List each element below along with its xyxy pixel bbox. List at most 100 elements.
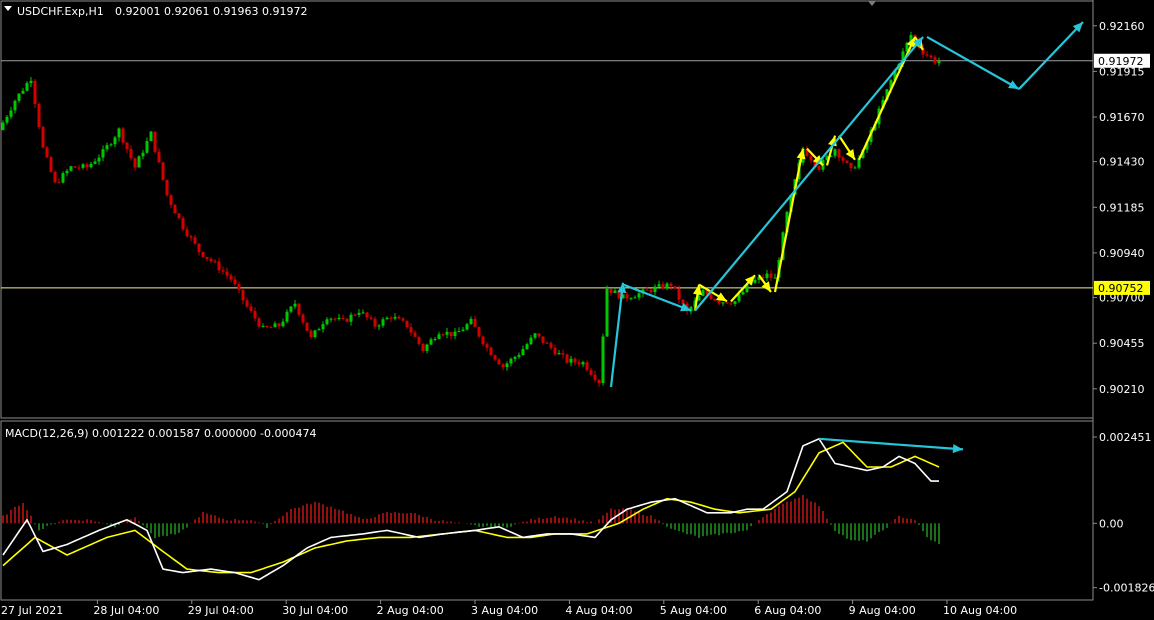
candle-bear <box>549 343 553 348</box>
candle-bull <box>381 319 385 326</box>
candle-bull <box>29 80 33 84</box>
candle-bull <box>633 297 637 299</box>
candle-bear <box>389 317 393 319</box>
candle-bear <box>925 54 929 56</box>
candle-bull <box>833 149 837 156</box>
candle-bear <box>849 162 853 168</box>
candle-bull <box>65 170 69 174</box>
candle-bear <box>77 167 81 169</box>
price-tick-label: 0.92160 <box>1099 20 1145 33</box>
candle-bull <box>773 277 777 279</box>
candle-bull <box>581 362 585 365</box>
candle-bear <box>845 160 849 163</box>
candle-bear <box>249 306 253 311</box>
candle-bull <box>569 358 573 363</box>
level-price-tag: 0.90752 <box>1098 282 1144 295</box>
candle-bear <box>277 323 281 327</box>
time-label: 29 Jul 04:00 <box>188 604 254 617</box>
candle-bull <box>533 333 537 338</box>
candle-bear <box>297 303 301 315</box>
candle-bear <box>181 218 185 230</box>
candle-bear <box>245 300 249 307</box>
candle-bear <box>205 257 209 259</box>
candle-bear <box>677 288 681 300</box>
candle-bear <box>305 322 309 331</box>
candle-bull <box>273 323 277 328</box>
candle-bear <box>729 303 733 305</box>
candle-bull <box>141 152 145 157</box>
candle-bear <box>173 204 177 214</box>
candle-bear <box>541 336 545 343</box>
candle-bear <box>209 258 213 262</box>
candle-bear <box>565 354 569 363</box>
candle-bear <box>233 279 237 285</box>
candle-bear <box>933 57 937 64</box>
candle-bear <box>489 347 493 356</box>
candle-bull <box>81 164 85 168</box>
candle-bear <box>441 334 445 336</box>
candle-bull <box>5 116 9 123</box>
candle-bear <box>309 330 313 337</box>
candle-bear <box>157 151 161 163</box>
candle-bear <box>593 374 597 380</box>
candle-bull <box>657 284 661 287</box>
ohlc-values: 0.92001 0.92061 0.91963 0.91972 <box>115 5 307 18</box>
candle-bull <box>429 339 433 345</box>
candle-bear <box>129 149 133 159</box>
candle-bear <box>185 229 189 237</box>
macd-label: MACD(12,26,9) 0.001222 0.001587 0.000000… <box>5 427 316 440</box>
candle-bull <box>433 339 437 341</box>
candle-bear <box>217 261 221 271</box>
candle-bear <box>265 326 269 328</box>
candle-bear <box>769 273 773 278</box>
trading-chart[interactable]: 0.921600.919150.916700.914300.911850.909… <box>0 0 1154 620</box>
candle-bull <box>93 161 97 164</box>
candle-bull <box>337 317 341 320</box>
candle-bull <box>1 122 5 131</box>
candle-bear <box>625 294 629 299</box>
candle-bear <box>481 336 485 345</box>
candle-bull <box>285 311 289 322</box>
candle-bull <box>765 273 769 279</box>
price-tick-label: 0.91670 <box>1099 111 1145 124</box>
candle-bull <box>629 298 633 300</box>
candle-bull <box>329 318 333 320</box>
candle-bear <box>373 318 377 327</box>
candle-bear <box>201 251 205 258</box>
candle-bull <box>737 294 741 302</box>
candle-bear <box>485 344 489 348</box>
candle-bear <box>133 158 137 168</box>
candle-bear <box>725 302 729 304</box>
candle-bear <box>585 362 589 371</box>
candle-bull <box>505 363 509 368</box>
candle-bear <box>49 157 53 172</box>
candle-bear <box>57 182 61 184</box>
candle-bull <box>385 317 389 320</box>
candle-bull <box>445 331 449 335</box>
candle-bear <box>405 320 409 328</box>
time-label: 2 Aug 04:00 <box>377 604 444 617</box>
time-label: 27 Jul 2021 <box>1 604 63 617</box>
time-label: 10 Aug 04:00 <box>943 604 1017 617</box>
candle-bull <box>517 355 521 357</box>
candle-bull <box>461 329 465 332</box>
candle-bear <box>177 213 181 219</box>
candle-bull <box>701 290 705 296</box>
candle-bear <box>817 165 821 170</box>
candle-bull <box>293 303 297 307</box>
candle-bear <box>153 131 157 152</box>
candle-bear <box>477 327 481 337</box>
candle-bull <box>145 141 149 153</box>
candle-bear <box>661 284 665 289</box>
time-label: 5 Aug 04:00 <box>660 604 727 617</box>
candle-bull <box>97 157 101 162</box>
candle-bear <box>597 379 601 384</box>
price-tick-label: 0.91430 <box>1099 156 1145 169</box>
candle-bear <box>809 155 813 161</box>
candle-bear <box>497 359 501 365</box>
candle-bear <box>609 288 613 293</box>
candle-bear <box>45 147 49 158</box>
candle-bear <box>545 342 549 344</box>
candle-bear <box>577 362 581 365</box>
candle-bull <box>937 61 941 64</box>
